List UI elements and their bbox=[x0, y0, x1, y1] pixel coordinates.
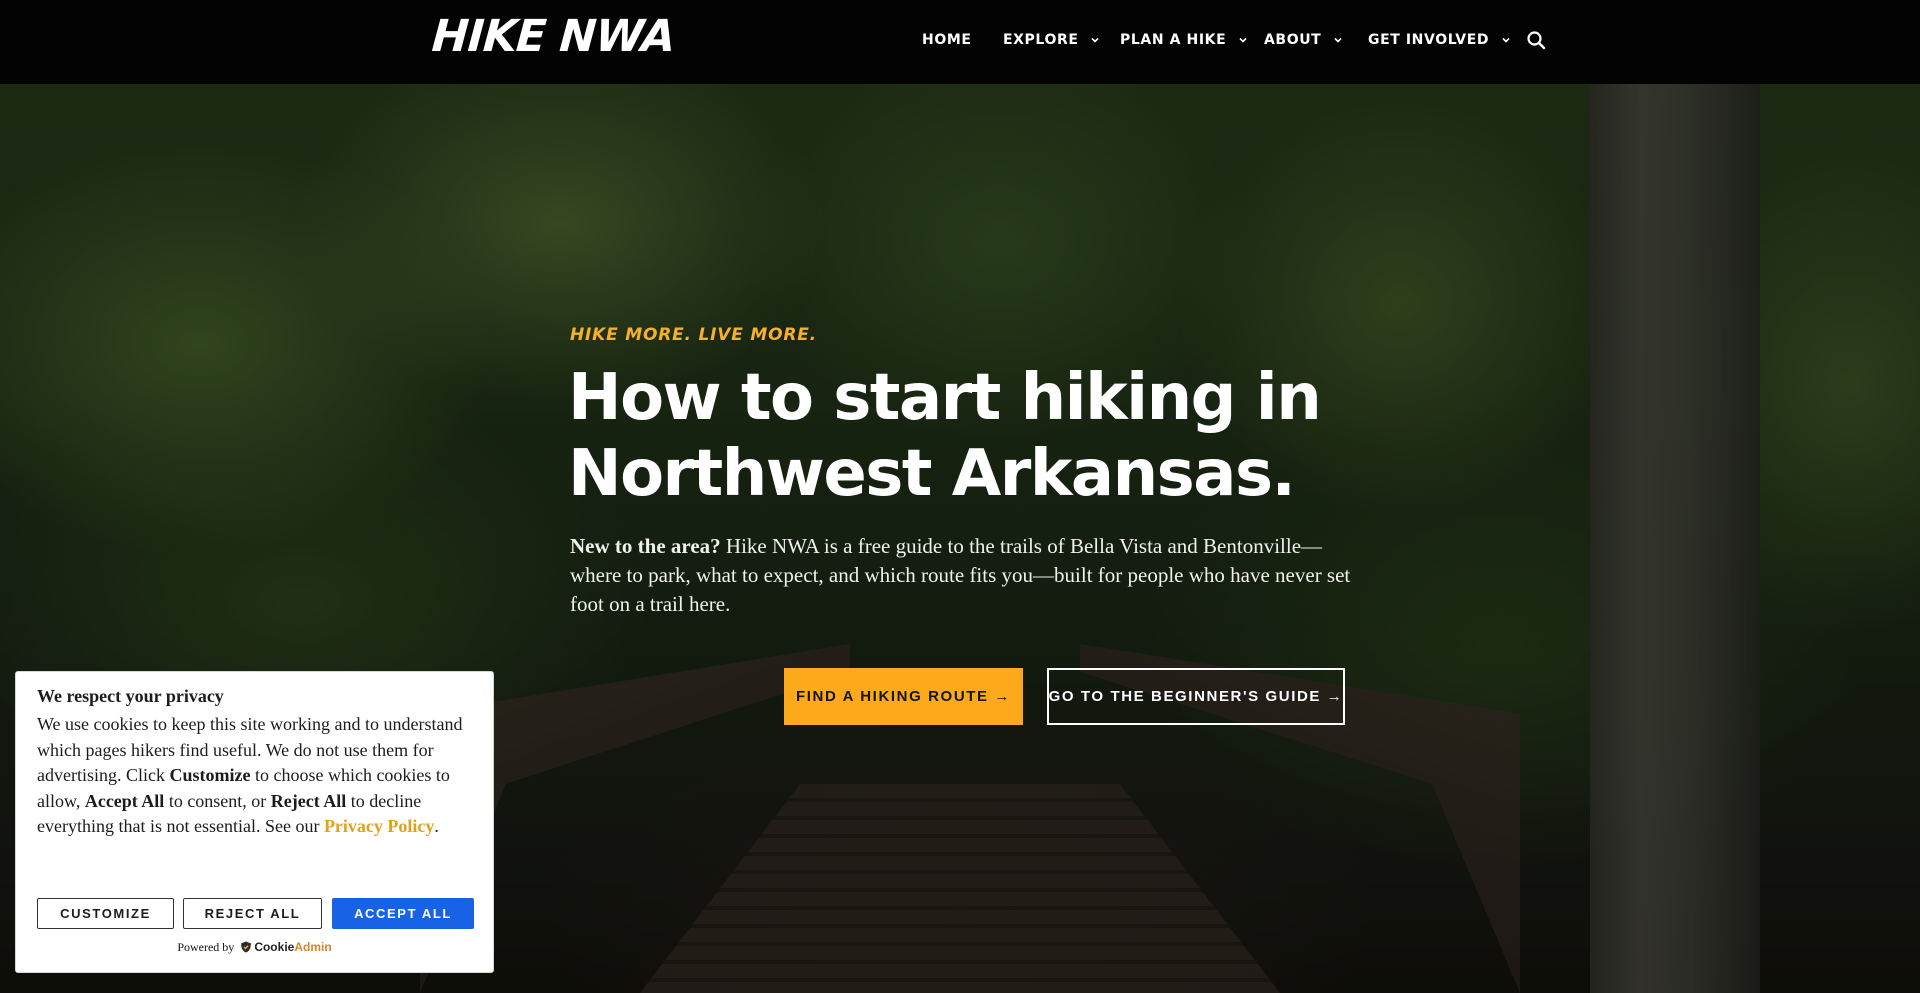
nav-home-label: HOME bbox=[922, 32, 972, 48]
cookie-text-accept: Accept All bbox=[84, 790, 165, 811]
cookie-consent-banner: We respect your privacy We use cookies t… bbox=[15, 671, 494, 973]
nav-plan-a-hike-label: PLAN A HIKE bbox=[1120, 32, 1227, 48]
chevron-down-icon bbox=[1334, 37, 1342, 43]
site-logo[interactable]: HIKE NWA bbox=[430, 11, 676, 62]
customize-button[interactable]: CUSTOMIZE bbox=[37, 898, 174, 929]
site-header: HIKE NWA HOME EXPLORE PLAN A HIKE ABOUT … bbox=[0, 0, 1920, 84]
hero-title-line1: How to start hiking in bbox=[568, 361, 1322, 435]
reject-all-button[interactable]: REJECT ALL bbox=[183, 898, 322, 929]
nav-plan-a-hike[interactable]: PLAN A HIKE bbox=[1120, 30, 1248, 50]
hero-eyebrow: HIKE MORE. LIVE MORE. bbox=[570, 325, 817, 345]
beginners-guide-button[interactable]: GO TO THE BEGINNER'S GUIDE → bbox=[1047, 668, 1345, 725]
cookie-text-reject: Reject All bbox=[270, 790, 347, 811]
hero-title: How to start hiking in Northwest Arkansa… bbox=[568, 360, 1468, 512]
cookie-banner-text: We use cookies to keep this site working… bbox=[37, 712, 477, 840]
nav-explore-label: EXPLORE bbox=[1003, 32, 1079, 48]
hero-intro-lead: New to the area? bbox=[570, 534, 721, 558]
privacy-policy-link[interactable]: Privacy Policy bbox=[324, 816, 434, 836]
cookie-text-customize: Customize bbox=[169, 765, 251, 786]
cookieadmin-shield-icon bbox=[241, 941, 252, 953]
cookie-text-part: . bbox=[434, 816, 439, 837]
search-icon[interactable] bbox=[1526, 30, 1546, 50]
brand-cookie: Cookie bbox=[254, 940, 295, 954]
nav-about-label: ABOUT bbox=[1264, 32, 1322, 48]
cookie-text-part: to consent, or bbox=[164, 790, 271, 811]
accept-all-button[interactable]: ACCEPT ALL bbox=[332, 898, 474, 929]
hero-intro: New to the area? Hike NWA is a free guid… bbox=[570, 532, 1370, 619]
nav-get-involved-label: GET INVOLVED bbox=[1368, 32, 1490, 48]
chevron-down-icon bbox=[1502, 37, 1510, 43]
hero-title-line2: Northwest Arkansas. bbox=[568, 437, 1296, 511]
powered-by-label: Powered by bbox=[177, 940, 235, 954]
powered-by: Powered by CookieAdmin bbox=[16, 940, 493, 955]
cookie-banner-title: We respect your privacy bbox=[37, 686, 224, 706]
brand-admin: Admin bbox=[294, 940, 332, 954]
find-hiking-route-button[interactable]: FIND A HIKING ROUTE → bbox=[784, 668, 1023, 725]
nav-get-involved[interactable]: GET INVOLVED bbox=[1368, 30, 1511, 50]
nav-about[interactable]: ABOUT bbox=[1264, 30, 1343, 50]
chevron-down-icon bbox=[1091, 37, 1099, 43]
chevron-down-icon bbox=[1239, 37, 1247, 43]
cookieadmin-logo[interactable]: CookieAdmin bbox=[254, 940, 331, 954]
nav-home[interactable]: HOME bbox=[922, 30, 972, 50]
nav-explore[interactable]: EXPLORE bbox=[1003, 30, 1100, 50]
